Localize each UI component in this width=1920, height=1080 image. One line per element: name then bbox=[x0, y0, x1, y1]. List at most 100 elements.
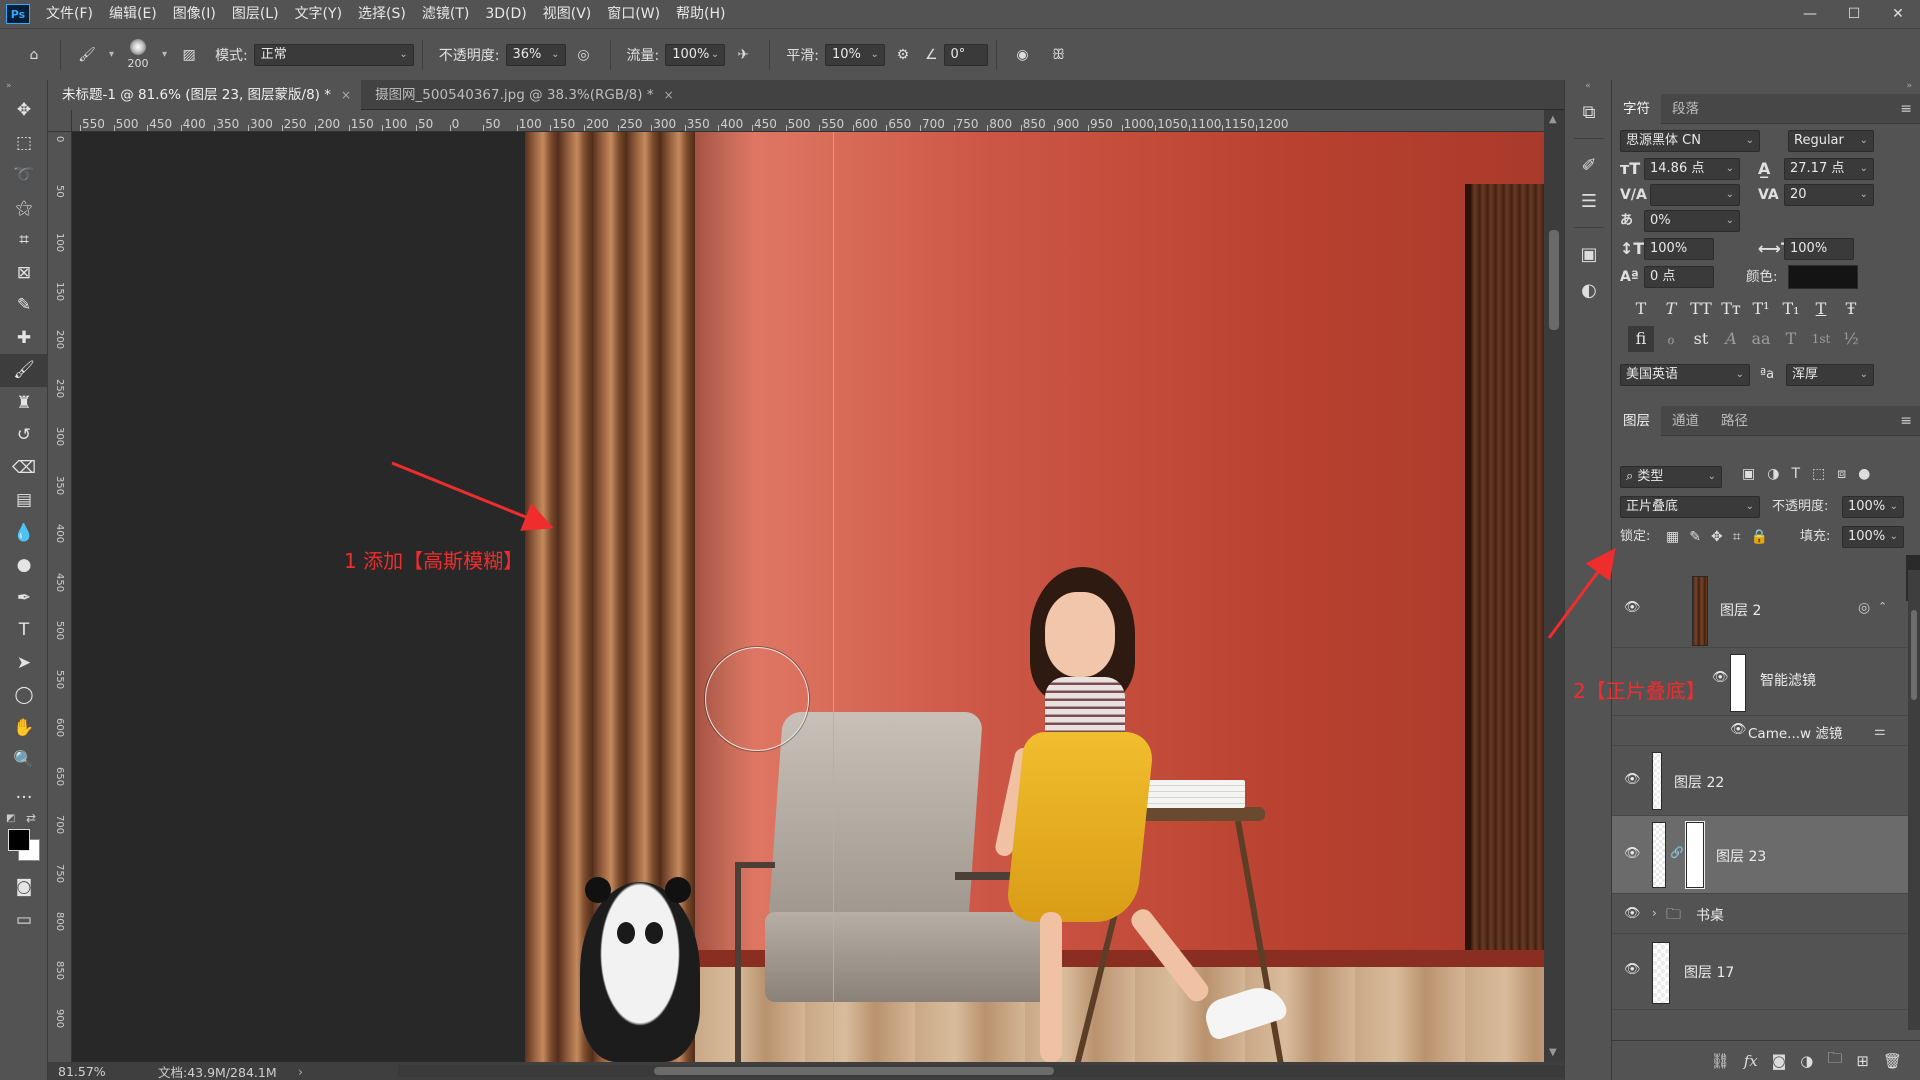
layer-row-group-desk[interactable]: 👁 › 🗀 书桌 bbox=[1612, 894, 1908, 934]
type-tool-icon[interactable]: T bbox=[0, 614, 48, 647]
guide-line[interactable] bbox=[833, 132, 834, 1062]
layer-name[interactable]: 书桌 bbox=[1696, 905, 1724, 925]
adjustments-panel-icon[interactable]: ☰ bbox=[1565, 183, 1613, 219]
eye-icon[interactable]: 👁 bbox=[1624, 600, 1641, 615]
collapse-toolbox-icon[interactable]: » bbox=[0, 80, 47, 94]
all-caps-button[interactable]: TT bbox=[1688, 296, 1714, 322]
link-layers-icon[interactable]: ⛓ bbox=[1711, 1052, 1730, 1070]
mask-link-icon[interactable]: 🔗 bbox=[1670, 846, 1684, 859]
foreground-color-swatch[interactable] bbox=[8, 829, 30, 851]
healing-brush-tool-icon[interactable]: ✚ bbox=[0, 322, 48, 355]
menu-3d[interactable]: 3D(D) bbox=[477, 0, 534, 28]
lasso-tool-icon[interactable]: ➰ bbox=[0, 159, 48, 192]
canvas-horizontal-scrollbar[interactable] bbox=[398, 1065, 1588, 1077]
layer-row-camera-raw[interactable]: 👁 Came...w 滤镜 ⚌ bbox=[1612, 716, 1908, 746]
filter-type-icon[interactable]: T bbox=[1791, 466, 1800, 482]
lock-transparent-icon[interactable]: ▦ bbox=[1666, 526, 1679, 548]
small-caps-button[interactable]: Tт bbox=[1718, 296, 1744, 322]
blend-mode-select[interactable]: 正片叠底 ⌄ bbox=[1620, 496, 1760, 518]
history-panel-icon[interactable]: ⧉ bbox=[1565, 94, 1613, 130]
photoshop-logo-icon[interactable]: Ps bbox=[6, 4, 30, 24]
add-mask-icon[interactable]: ◙ bbox=[1772, 1052, 1787, 1070]
gradient-tool-icon[interactable]: ▤ bbox=[0, 484, 48, 517]
superscript-button[interactable]: T¹ bbox=[1748, 296, 1774, 322]
layer-name[interactable]: 图层 2 bbox=[1720, 600, 1761, 620]
more-tools-icon[interactable]: … bbox=[0, 777, 48, 810]
eye-icon[interactable]: 👁 bbox=[1624, 846, 1641, 861]
minimize-button[interactable]: — bbox=[1788, 0, 1832, 28]
scrollbar-thumb[interactable] bbox=[1549, 230, 1559, 330]
layer-name[interactable]: 智能滤镜 bbox=[1760, 670, 1816, 690]
pressure-opacity-icon[interactable]: ◎ bbox=[566, 37, 602, 73]
adjustment-layer-icon[interactable]: ◑ bbox=[1800, 1052, 1813, 1070]
panel-menu-icon[interactable]: ≡ bbox=[1900, 94, 1912, 124]
brush-tool-icon[interactable]: 🖌 bbox=[0, 354, 48, 387]
filter-adjustment-icon[interactable]: ◑ bbox=[1767, 466, 1779, 482]
tab-layers[interactable]: 图层 bbox=[1612, 405, 1661, 436]
flow-input[interactable]: 100% ⌄ bbox=[665, 43, 726, 66]
layer-name[interactable]: 图层 22 bbox=[1674, 772, 1724, 792]
document-canvas[interactable] bbox=[525, 132, 1544, 1062]
layer-row-17[interactable]: 👁 图层 17 bbox=[1612, 934, 1908, 1010]
screen-mode-icon[interactable]: ▭ bbox=[0, 904, 48, 937]
layers-scrollbar[interactable] bbox=[1908, 570, 1920, 1030]
dodge-tool-icon[interactable]: ● bbox=[0, 549, 48, 582]
filter-name[interactable]: Came...w 滤镜 bbox=[1748, 722, 1842, 742]
font-family-select[interactable]: 思源黑体 CN ⌄ bbox=[1620, 130, 1760, 152]
leading-input[interactable]: 27.17 点 ⌄ bbox=[1784, 158, 1874, 180]
tab-untitled-1[interactable]: 未标题-1 @ 81.6% (图层 23, 图层蒙版/8) * × bbox=[48, 80, 362, 110]
quick-mask-icon[interactable]: ◙ bbox=[0, 871, 48, 904]
ligatures-button[interactable]: fi bbox=[1628, 326, 1654, 352]
antialias-select[interactable]: 浑厚 ⌄ bbox=[1786, 364, 1874, 386]
menu-view[interactable]: 视图(V) bbox=[535, 0, 600, 28]
language-select[interactable]: 美国英语 ⌄ bbox=[1620, 364, 1750, 386]
brush-tool-preset-icon[interactable]: 🖌 bbox=[69, 37, 105, 73]
layer-row-22[interactable]: 👁 图层 22 bbox=[1612, 746, 1908, 816]
filter-shape-icon[interactable]: ⬚ bbox=[1812, 466, 1825, 482]
marquee-tool-icon[interactable]: ⬚ bbox=[0, 127, 48, 160]
scroll-down-icon[interactable]: ▼ bbox=[1549, 1047, 1557, 1058]
baseline-shift-input[interactable]: 0 点 bbox=[1644, 266, 1714, 288]
pen-tool-icon[interactable]: ✒ bbox=[0, 582, 48, 615]
layer-row-2[interactable]: 👁 图层 2 ◎ ⌃ bbox=[1612, 570, 1908, 648]
brush-settings-icon[interactable]: ✐ bbox=[1565, 147, 1613, 183]
fractions-button[interactable]: ½ bbox=[1838, 326, 1864, 352]
chevron-up-icon[interactable]: ⌃ bbox=[1878, 600, 1887, 613]
clone-stamp-tool-icon[interactable]: ♜ bbox=[0, 387, 48, 420]
crop-tool-icon[interactable]: ⌗ bbox=[0, 224, 48, 257]
frame-tool-icon[interactable]: ⊠ bbox=[0, 257, 48, 290]
symmetry-butterfly-icon[interactable]: ꕥ bbox=[1041, 37, 1077, 73]
airbrush-icon[interactable]: ✈ bbox=[725, 37, 761, 73]
menu-help[interactable]: 帮助(H) bbox=[668, 0, 733, 28]
vertical-scale-input[interactable]: 100% bbox=[1644, 238, 1714, 260]
menu-type[interactable]: 文字(Y) bbox=[287, 0, 350, 28]
ellipse-tool-icon[interactable]: ◯ bbox=[0, 679, 48, 712]
swap-colors-icon[interactable]: ⇄ bbox=[26, 811, 36, 825]
stylistic-alternates-button[interactable]: aa bbox=[1748, 326, 1774, 352]
menu-select[interactable]: 选择(S) bbox=[350, 0, 414, 28]
titling-alternates-button[interactable]: T bbox=[1778, 326, 1804, 352]
tab-character[interactable]: 字符 bbox=[1612, 93, 1661, 124]
eye-icon[interactable]: 👁 bbox=[1712, 670, 1729, 685]
scrollbar-thumb[interactable] bbox=[654, 1067, 1054, 1075]
gear-icon[interactable]: ⚙ bbox=[885, 37, 921, 73]
angle-input[interactable]: 0° bbox=[943, 43, 988, 66]
ruler-vertical[interactable]: 0 50 100 150 200 250 300 350 400 450 500 550 600 650 7… bbox=[48, 132, 72, 1062]
chevron-right-icon[interactable]: › bbox=[1652, 906, 1657, 920]
faux-italic-button[interactable]: T bbox=[1658, 296, 1684, 322]
collapse-panel-icon[interactable]: « bbox=[1565, 80, 1611, 94]
contextual-alternates-button[interactable]: ℴ bbox=[1658, 326, 1684, 352]
close-icon[interactable]: × bbox=[664, 80, 674, 110]
layer-filter-select[interactable]: ⌕ 类型 ⌄ bbox=[1620, 466, 1722, 488]
scroll-up-icon[interactable]: ▲ bbox=[1549, 114, 1557, 125]
brush-preset-picker[interactable]: 200 bbox=[118, 33, 158, 77]
zoom-tool-icon[interactable]: 🔍 bbox=[0, 744, 48, 777]
scrollbar-thumb[interactable] bbox=[1911, 610, 1917, 700]
ruler-corner[interactable] bbox=[48, 110, 72, 132]
hand-tool-icon[interactable]: ✋ bbox=[0, 712, 48, 745]
tracking-input[interactable]: 20 ⌄ bbox=[1784, 184, 1874, 206]
menu-window[interactable]: 窗口(W) bbox=[599, 0, 668, 28]
chevron-down-icon[interactable]: ▾ bbox=[162, 49, 167, 60]
mode-select[interactable]: 正常 ⌄ bbox=[253, 43, 414, 66]
subscript-button[interactable]: T₁ bbox=[1778, 296, 1804, 322]
